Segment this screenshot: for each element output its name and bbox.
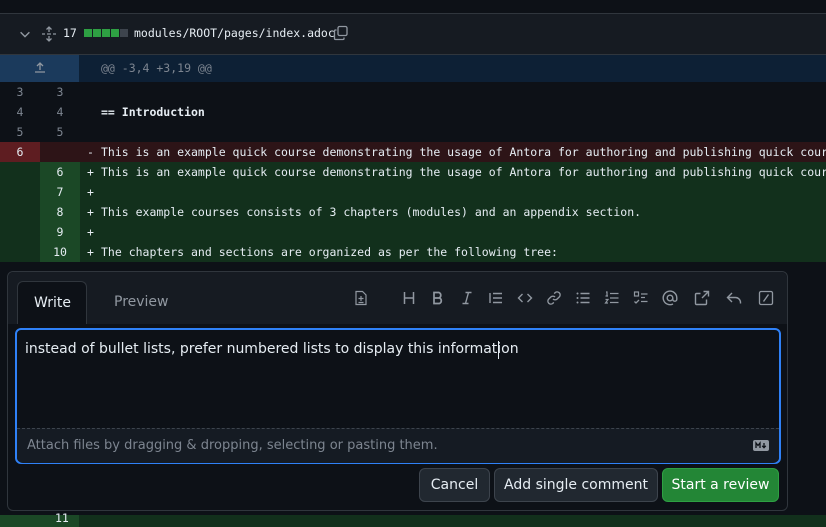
reply-icon[interactable]: [726, 290, 742, 306]
diff-line[interactable]: 10 + The chapters and sections are organiz…: [0, 242, 826, 262]
tab-preview[interactable]: Preview: [98, 281, 185, 323]
unordered-list-icon[interactable]: [575, 290, 591, 306]
heading-icon[interactable]: [401, 290, 417, 306]
old-line-number[interactable]: 4: [0, 102, 40, 122]
hunk-header: @@ -3,4 +3,19 @@: [101, 61, 212, 75]
new-line-number[interactable]: 6: [40, 162, 80, 182]
line-sign: +: [87, 165, 94, 179]
new-line-number[interactable]: 9: [40, 222, 80, 242]
attach-hint: Attach files by dragging & dropping, sel…: [27, 438, 438, 453]
line-code: The chapters and sections are organized …: [101, 245, 558, 259]
diffstat-block: [102, 29, 110, 37]
previous-file-border: [0, 0, 826, 14]
line-code: This example courses consists of 3 chapt…: [101, 205, 642, 219]
file-header: 17 modules/ROOT/pages/index.adoc: [0, 14, 826, 55]
diffstat-block: [84, 29, 92, 37]
line-sign: +: [87, 225, 94, 239]
cross-reference-icon[interactable]: [694, 290, 710, 306]
diff-line[interactable]: 8 + This example courses consists of 3 cha…: [0, 202, 826, 222]
new-line-number[interactable]: 5: [40, 122, 80, 142]
italic-icon[interactable]: [459, 290, 475, 306]
line-sign: [87, 82, 94, 102]
diffstat-blocks: [84, 29, 128, 37]
comment-tabbar: Write Preview: [8, 272, 787, 324]
diffstat-block: [120, 29, 128, 37]
attach-files-area[interactable]: Attach files by dragging & dropping, sel…: [17, 428, 779, 463]
diff-line[interactable]: 55: [0, 122, 826, 142]
bold-icon[interactable]: [430, 290, 446, 306]
line-number: 11: [55, 511, 69, 525]
add-single-comment-button[interactable]: Add single comment: [494, 468, 658, 502]
comment-panel: Write Preview instead of bullet lists, p…: [7, 271, 788, 511]
expand-all-icon[interactable]: [41, 26, 57, 42]
line-sign: -: [87, 145, 94, 159]
add-file-icon[interactable]: [353, 290, 369, 306]
code-icon[interactable]: [517, 290, 533, 306]
text-caret: [498, 341, 499, 359]
task-list-icon[interactable]: [633, 290, 649, 306]
diff-row-partial: 11: [0, 511, 826, 527]
diff-line[interactable]: 44 == Introduction: [0, 102, 826, 122]
comment-textarea[interactable]: instead of bullet lists, prefer numbered…: [17, 330, 777, 444]
new-line-number[interactable]: 7: [40, 182, 80, 202]
line-code: == Introduction: [101, 105, 205, 119]
markdown-icon[interactable]: [753, 440, 769, 451]
line-code: This is an example quick course demonstr…: [101, 165, 826, 179]
diff-line[interactable]: 7 +: [0, 182, 826, 202]
new-line-number[interactable]: 4: [40, 102, 80, 122]
line-sign: [87, 102, 94, 122]
line-sign: +: [87, 205, 94, 219]
hunk-header-row: @@ -3,4 +3,19 @@: [0, 55, 826, 82]
diff-line[interactable]: 9 +: [0, 222, 826, 242]
cancel-button[interactable]: Cancel: [419, 468, 490, 502]
new-line-number[interactable]: 8: [40, 202, 80, 222]
line-code: This is an example quick course demonstr…: [101, 145, 826, 159]
ordered-list-icon[interactable]: [604, 290, 620, 306]
file-path[interactable]: modules/ROOT/pages/index.adoc: [134, 26, 335, 40]
tab-write[interactable]: Write: [17, 281, 87, 324]
start-review-button[interactable]: Start a review: [662, 468, 779, 502]
mention-icon[interactable]: [662, 290, 678, 306]
link-icon[interactable]: [546, 290, 562, 306]
diffstat-block: [111, 29, 119, 37]
copy-icon[interactable]: [333, 25, 349, 41]
new-line-number[interactable]: 10: [40, 242, 80, 262]
diff-line[interactable]: 6 + This is an example quick course demons…: [0, 162, 826, 182]
line-sign: [87, 122, 94, 142]
old-line-number[interactable]: 6: [0, 142, 40, 162]
line-sign: +: [87, 185, 94, 199]
comment-editor: instead of bullet lists, prefer numbered…: [15, 328, 781, 464]
diff-line[interactable]: 33: [0, 82, 826, 102]
quote-icon[interactable]: [488, 290, 504, 306]
chevron-down-icon[interactable]: [18, 27, 32, 41]
changed-lines-count: 17: [63, 26, 77, 40]
diff-line[interactable]: 6 - This is an example quick course demons…: [0, 142, 826, 162]
expand-up-icon: [35, 62, 45, 73]
diffstat-block: [93, 29, 101, 37]
old-line-number[interactable]: 3: [0, 82, 40, 102]
old-line-number[interactable]: 5: [0, 122, 40, 142]
line-sign: +: [87, 245, 94, 259]
new-line-number[interactable]: 3: [40, 82, 80, 102]
expand-up-button[interactable]: [0, 55, 79, 82]
slash-command-icon[interactable]: [758, 290, 774, 306]
